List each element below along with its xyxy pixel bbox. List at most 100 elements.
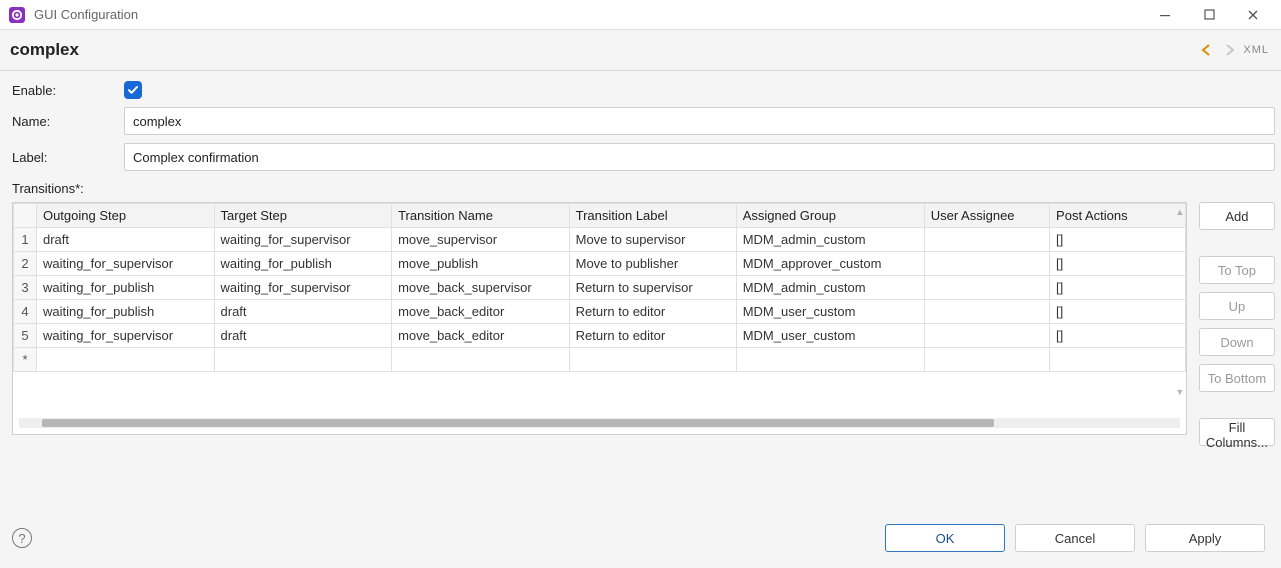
table-cell[interactable]: waiting_for_supervisor: [214, 276, 392, 300]
table-cell[interactable]: Move to publisher: [569, 252, 736, 276]
label-label: Label:: [12, 150, 124, 165]
table-cell[interactable]: [214, 348, 392, 372]
nav-forward-icon[interactable]: [1221, 42, 1237, 58]
table-row[interactable]: 2waiting_for_supervisorwaiting_for_publi…: [14, 252, 1186, 276]
col-post-actions[interactable]: Post Actions: [1050, 204, 1186, 228]
table-cell[interactable]: []: [1050, 252, 1186, 276]
table-cell[interactable]: []: [1050, 324, 1186, 348]
window-title: GUI Configuration: [34, 7, 138, 22]
table-cell[interactable]: draft: [214, 300, 392, 324]
up-button[interactable]: Up: [1199, 292, 1275, 320]
col-transition-label[interactable]: Transition Label: [569, 204, 736, 228]
minimize-button[interactable]: [1143, 0, 1187, 30]
table-cell[interactable]: move_back_supervisor: [392, 276, 570, 300]
table-horizontal-scrollbar[interactable]: [19, 418, 1180, 428]
to-top-button[interactable]: To Top: [1199, 256, 1275, 284]
rownum-cell: 2: [14, 252, 37, 276]
table-cell[interactable]: Return to supervisor: [569, 276, 736, 300]
table-cell[interactable]: waiting_for_publish: [36, 276, 214, 300]
table-cell[interactable]: move_back_editor: [392, 300, 570, 324]
table-cell[interactable]: waiting_for_supervisor: [36, 252, 214, 276]
app-icon: [8, 6, 26, 24]
table-cell[interactable]: [569, 348, 736, 372]
table-new-row[interactable]: *: [14, 348, 1186, 372]
table-cell[interactable]: MDM_user_custom: [736, 300, 924, 324]
table-cell[interactable]: MDM_user_custom: [736, 324, 924, 348]
col-outgoing-step[interactable]: Outgoing Step: [36, 204, 214, 228]
table-row[interactable]: 3waiting_for_publishwaiting_for_supervis…: [14, 276, 1186, 300]
table-cell[interactable]: [924, 348, 1049, 372]
transitions-table: Outgoing Step Target Step Transition Nam…: [12, 202, 1187, 435]
table-cell[interactable]: Move to supervisor: [569, 228, 736, 252]
table-cell[interactable]: [924, 228, 1049, 252]
fill-columns-button[interactable]: Fill Columns...: [1199, 418, 1275, 446]
table-cell[interactable]: draft: [214, 324, 392, 348]
titlebar: GUI Configuration: [0, 0, 1281, 30]
table-cell[interactable]: waiting_for_supervisor: [36, 324, 214, 348]
table-cell[interactable]: move_supervisor: [392, 228, 570, 252]
table-side-buttons: Add To Top Up Down To Bottom Fill Column…: [1199, 202, 1275, 446]
enable-checkbox[interactable]: [124, 81, 142, 99]
cancel-button[interactable]: Cancel: [1015, 524, 1135, 552]
table-cell[interactable]: MDM_admin_custom: [736, 228, 924, 252]
apply-button[interactable]: Apply: [1145, 524, 1265, 552]
table-cell[interactable]: [736, 348, 924, 372]
add-button[interactable]: Add: [1199, 202, 1275, 230]
window: GUI Configuration complex XML Enab: [0, 0, 1281, 568]
table-cell[interactable]: [1050, 348, 1186, 372]
table-cell[interactable]: Return to editor: [569, 300, 736, 324]
table-cell[interactable]: []: [1050, 276, 1186, 300]
table-cell[interactable]: MDM_approver_custom: [736, 252, 924, 276]
table-header-row: Outgoing Step Target Step Transition Nam…: [14, 204, 1186, 228]
table-cell[interactable]: waiting_for_supervisor: [214, 228, 392, 252]
page-header: complex XML: [0, 30, 1281, 70]
table-cell[interactable]: [924, 324, 1049, 348]
table-cell[interactable]: waiting_for_publish: [214, 252, 392, 276]
table-row[interactable]: 5waiting_for_supervisordraftmove_back_ed…: [14, 324, 1186, 348]
transitions-label: Transitions*:: [12, 181, 1275, 196]
page-title: complex: [10, 40, 79, 60]
table-cell[interactable]: Return to editor: [569, 324, 736, 348]
table-cell[interactable]: MDM_admin_custom: [736, 276, 924, 300]
rownum-cell: 5: [14, 324, 37, 348]
rownum-header: [14, 204, 37, 228]
to-bottom-button[interactable]: To Bottom: [1199, 364, 1275, 392]
down-button[interactable]: Down: [1199, 328, 1275, 356]
name-row: Name:: [12, 107, 1275, 135]
name-label: Name:: [12, 114, 124, 129]
table-cell[interactable]: [924, 300, 1049, 324]
name-input[interactable]: [124, 107, 1275, 135]
table-cell[interactable]: [924, 276, 1049, 300]
table-cell[interactable]: move_publish: [392, 252, 570, 276]
help-icon[interactable]: ?: [12, 528, 32, 548]
nav-back-icon[interactable]: [1199, 42, 1215, 58]
table-cell[interactable]: []: [1050, 228, 1186, 252]
table-cell[interactable]: [392, 348, 570, 372]
ok-button[interactable]: OK: [885, 524, 1005, 552]
xml-toggle[interactable]: XML: [1243, 44, 1269, 56]
table-cell[interactable]: []: [1050, 300, 1186, 324]
scroll-down-icon[interactable]: ▼: [1175, 387, 1184, 397]
rownum-cell: 3: [14, 276, 37, 300]
label-row: Label:: [12, 143, 1275, 171]
close-button[interactable]: [1231, 0, 1275, 30]
rownum-cell: 4: [14, 300, 37, 324]
scroll-up-icon[interactable]: ▲: [1175, 207, 1184, 217]
col-target-step[interactable]: Target Step: [214, 204, 392, 228]
table-cell[interactable]: move_back_editor: [392, 324, 570, 348]
col-user-assignee[interactable]: User Assignee: [924, 204, 1049, 228]
rownum-cell: *: [14, 348, 37, 372]
table-row[interactable]: 4waiting_for_publishdraftmove_back_edito…: [14, 300, 1186, 324]
table-cell[interactable]: waiting_for_publish: [36, 300, 214, 324]
table-cell[interactable]: draft: [36, 228, 214, 252]
rownum-cell: 1: [14, 228, 37, 252]
table-vertical-scrollbar[interactable]: ▲ ▼: [1176, 207, 1184, 417]
table-cell[interactable]: [36, 348, 214, 372]
maximize-button[interactable]: [1187, 0, 1231, 30]
col-assigned-group[interactable]: Assigned Group: [736, 204, 924, 228]
label-input[interactable]: [124, 143, 1275, 171]
table-cell[interactable]: [924, 252, 1049, 276]
col-transition-name[interactable]: Transition Name: [392, 204, 570, 228]
table-row[interactable]: 1draftwaiting_for_supervisormove_supervi…: [14, 228, 1186, 252]
enable-row: Enable:: [12, 81, 1275, 99]
